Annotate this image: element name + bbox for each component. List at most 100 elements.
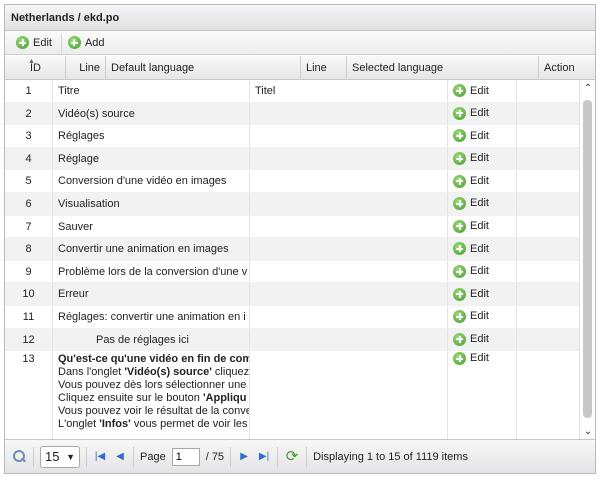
row13-line6-post: vous permet de voir les: [130, 418, 248, 431]
row-edit-label: Edit: [470, 220, 489, 233]
row-edit-action[interactable]: Edit: [448, 102, 517, 125]
plus-circle-icon: [453, 287, 466, 301]
window-title: Netherlands / ekd.po: [5, 5, 595, 31]
row-default-text: Visualisation: [53, 192, 250, 215]
row13-line4-pre: Cliquez ensuite sur le bouton: [58, 392, 203, 405]
column-header-action[interactable]: Action: [539, 56, 595, 80]
column-header-line[interactable]: Line: [66, 56, 106, 80]
plus-circle-icon: [453, 197, 466, 211]
row-edit-label: Edit: [470, 333, 489, 346]
row-default-text: Titre: [53, 80, 250, 102]
divider: [86, 446, 87, 467]
row-spacer: [517, 283, 581, 305]
row-edit-action[interactable]: Edit: [448, 260, 517, 283]
table-row[interactable]: 7 Sauver Edit: [5, 215, 581, 239]
column-header-line2[interactable]: Line: [301, 56, 347, 80]
row-selected-text: [250, 170, 448, 192]
vertical-scrollbar[interactable]: ⌃ ⌄: [579, 80, 595, 441]
row-spacer: [517, 103, 581, 125]
refresh-icon[interactable]: ⟳: [284, 448, 300, 465]
column-header-selected-language[interactable]: Selected language: [347, 56, 539, 80]
row-selected-text: [250, 192, 448, 215]
row-edit-action[interactable]: Edit: [448, 283, 517, 305]
row-edit-label: Edit: [470, 107, 489, 120]
scroll-thumb[interactable]: [583, 100, 592, 418]
divider: [133, 446, 134, 467]
page-label: Page: [140, 450, 166, 463]
column-line-label: Line: [79, 62, 100, 74]
row-selected-text: Titel: [250, 80, 448, 102]
first-page-icon[interactable]: |◀: [93, 449, 107, 465]
table-row[interactable]: 4 Réglage Edit: [5, 147, 581, 171]
row-default-text: Sauver: [53, 215, 250, 238]
table-row[interactable]: 1 Titre Titel Edit: [5, 80, 581, 103]
row-default-text: Convertir une animation en images: [53, 238, 250, 260]
page-size-select[interactable]: 15 ▼: [40, 445, 80, 468]
scroll-down-icon[interactable]: ⌄: [580, 425, 595, 439]
plus-circle-icon: [453, 174, 466, 188]
table-row[interactable]: 6 Visualisation Edit: [5, 192, 581, 216]
row13-line6: L'onglet 'Infos' vous permet de voir les: [58, 418, 248, 431]
row13-line5: Vous pouvez voir le résultat de la conve: [58, 405, 250, 418]
row-edit-action[interactable]: Edit: [448, 351, 517, 441]
row-id: 7: [5, 215, 53, 238]
row13-line6-bold: 'Infos': [99, 418, 131, 431]
next-page-icon[interactable]: ▶: [237, 449, 251, 465]
scroll-up-icon[interactable]: ⌃: [580, 82, 595, 96]
row-spacer: [517, 238, 581, 260]
row13-line4: Cliquez ensuite sur le bouton 'Appliqu: [58, 392, 247, 405]
table-row[interactable]: 10 Erreur Edit: [5, 283, 581, 306]
column-selected-label: Selected language: [352, 62, 444, 74]
row-edit-action[interactable]: Edit: [448, 215, 517, 238]
grid-body: 1 Titre Titel Edit 2 Vidéo(s) source Edit 3 Régl…: [5, 80, 581, 441]
grid-panel: Netherlands / ekd.po Edit Add ▲ ID Line …: [4, 4, 596, 474]
row13-line2-post: cliquez: [211, 366, 250, 379]
divider: [306, 446, 308, 467]
row-edit-action[interactable]: Edit: [448, 80, 517, 102]
zoom-icon[interactable]: [11, 449, 27, 465]
row-spacer: [517, 170, 581, 192]
row-edit-action[interactable]: Edit: [448, 305, 517, 328]
column-header-id[interactable]: ▲ ID: [5, 56, 66, 80]
table-row[interactable]: 3 Réglages Edit: [5, 125, 581, 148]
row13-line2-bold: 'Vidéo(s) source': [124, 366, 212, 379]
row-id: 3: [5, 125, 53, 147]
add-button[interactable]: Add: [60, 32, 112, 53]
row-default-text: Pas de réglages ici: [53, 328, 250, 351]
page-number-input[interactable]: [171, 447, 200, 466]
row-edit-action[interactable]: Edit: [448, 147, 517, 170]
toolbar: Edit Add: [5, 31, 595, 55]
table-row[interactable]: 8 Convertir une animation en images Edit: [5, 238, 581, 261]
edit-button[interactable]: Edit: [9, 33, 59, 53]
row-spacer: [517, 306, 581, 328]
row-default-text: Vidéo(s) source: [53, 102, 250, 125]
row-edit-action[interactable]: Edit: [448, 238, 517, 260]
row-selected-text: [250, 215, 448, 238]
column-header-default-language[interactable]: Default language: [106, 56, 301, 80]
row-id: 9: [5, 260, 53, 283]
divider: [230, 446, 232, 467]
row-edit-action[interactable]: Edit: [448, 170, 517, 192]
column-default-label: Default language: [111, 62, 195, 74]
row-edit-action[interactable]: Edit: [448, 192, 517, 215]
row-edit-action[interactable]: Edit: [448, 125, 517, 147]
row-id: 12: [5, 328, 53, 351]
table-row[interactable]: 2 Vidéo(s) source Edit: [5, 102, 581, 126]
prev-page-icon[interactable]: ◀: [113, 449, 127, 465]
last-page-icon[interactable]: ▶|: [257, 449, 271, 465]
row-selected-text: [250, 351, 448, 441]
row-edit-action[interactable]: Edit: [448, 328, 517, 351]
divider: [277, 446, 279, 467]
table-row[interactable]: 13 Qu'est-ce qu'une vidéo en fin de comp…: [5, 351, 581, 441]
row-spacer: [517, 261, 581, 283]
table-row[interactable]: 9 Problème lors de la conversion d'une v E…: [5, 260, 581, 284]
row13-line4-bold: 'Appliqu: [202, 392, 247, 405]
plus-circle-icon: [453, 84, 466, 98]
table-row[interactable]: 12 Pas de réglages ici Edit: [5, 328, 581, 352]
row-id: 11: [5, 305, 53, 328]
sort-asc-icon: ▲: [28, 58, 35, 65]
plus-circle-icon: [453, 265, 466, 279]
add-button-label: Add: [84, 36, 105, 49]
table-row[interactable]: 5 Conversion d'une vidéo en images Edit: [5, 170, 581, 193]
table-row[interactable]: 11 Réglages: convertir une animation en i…: [5, 305, 581, 329]
